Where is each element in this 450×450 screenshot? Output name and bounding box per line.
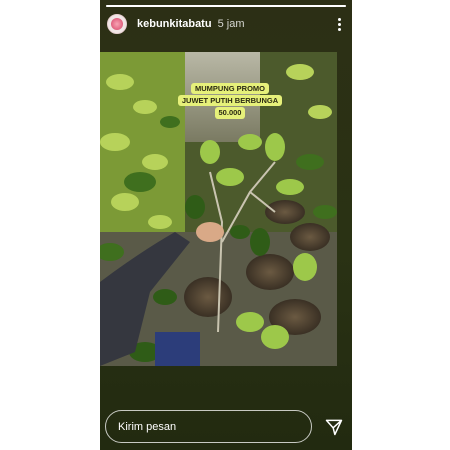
post-time: 5 jam (217, 18, 245, 30)
send-icon[interactable] (324, 417, 344, 437)
avatar[interactable] (107, 14, 127, 34)
story-progress-bar (106, 5, 346, 7)
promo-line-3: 50.000 (214, 107, 246, 119)
username[interactable]: kebunkitabatu (137, 18, 212, 30)
story-photo: MUMPUNG PROMO JUWET PUTIH BERBUNGA 50.00… (100, 52, 337, 366)
story-viewer: kebunkitabatu 5 jam MUMPUNG PROMO JUWET … (100, 0, 352, 450)
promo-label: MUMPUNG PROMO JUWET PUTIH BERBUNGA 50.00… (175, 82, 285, 119)
flower-avatar-icon (111, 18, 123, 30)
story-header: kebunkitabatu 5 jam (107, 13, 344, 35)
story-progress-fill (106, 5, 346, 7)
more-vertical-icon[interactable] (334, 16, 344, 32)
promo-line-1: MUMPUNG PROMO (191, 82, 269, 94)
send-message-input[interactable] (105, 410, 312, 443)
promo-line-2: JUWET PUTIH BERBUNGA (177, 94, 283, 107)
